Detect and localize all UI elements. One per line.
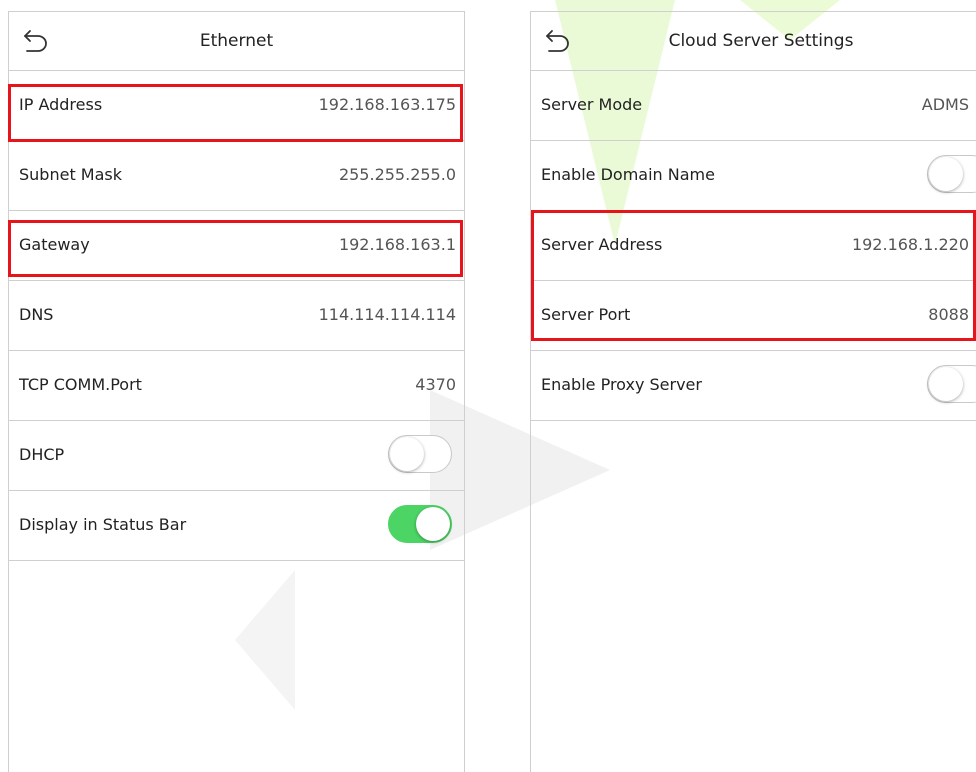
setting-label: Enable Domain Name [541,165,715,184]
setting-value: 114.114.114.114 [318,305,456,324]
setting-row-server-mode[interactable]: Server Mode ADMS [531,71,976,141]
setting-value: 255.255.255.0 [338,165,456,184]
page-title: Cloud Server Settings [668,31,854,51]
highlight-box-gateway [8,220,463,277]
setting-label: Display in Status Bar [19,515,187,534]
page-title: Ethernet [199,31,274,51]
setting-row-subnet-mask[interactable]: Subnet Mask 255.255.255.0 [9,141,464,211]
toggle-knob [929,367,963,401]
setting-label: DHCP [19,445,65,464]
dhcp-toggle[interactable] [388,435,452,473]
enable-proxy-server-toggle[interactable] [927,365,976,403]
cloud-server-header: Cloud Server Settings [531,12,976,71]
setting-label: Subnet Mask [19,165,123,184]
toggle-knob [390,437,424,471]
highlight-box-ip-address [8,84,463,142]
setting-label: Enable Proxy Server [541,375,702,394]
setting-label: TCP COMM.Port [19,375,142,394]
toggle-knob [929,157,963,191]
setting-label: DNS [19,305,54,324]
highlight-box-server-address-port [531,210,976,341]
toggle-knob [416,507,450,541]
setting-row-enable-proxy-server: Enable Proxy Server [531,351,976,421]
setting-label: Server Mode [541,95,643,114]
ethernet-header: Ethernet [9,12,464,71]
setting-row-dhcp: DHCP [9,421,464,491]
cloud-server-panel: Cloud Server Settings Server Mode ADMS E… [530,11,976,772]
setting-row-tcp-comm-port[interactable]: TCP COMM.Port 4370 [9,351,464,421]
setting-value: ADMS [921,95,969,114]
setting-row-enable-domain-name: Enable Domain Name [531,141,976,211]
setting-row-display-in-status-bar: Display in Status Bar [9,491,464,561]
setting-value: 4370 [415,375,456,394]
display-in-status-bar-toggle[interactable] [388,505,452,543]
enable-domain-name-toggle[interactable] [927,155,976,193]
setting-row-dns[interactable]: DNS 114.114.114.114 [9,281,464,351]
